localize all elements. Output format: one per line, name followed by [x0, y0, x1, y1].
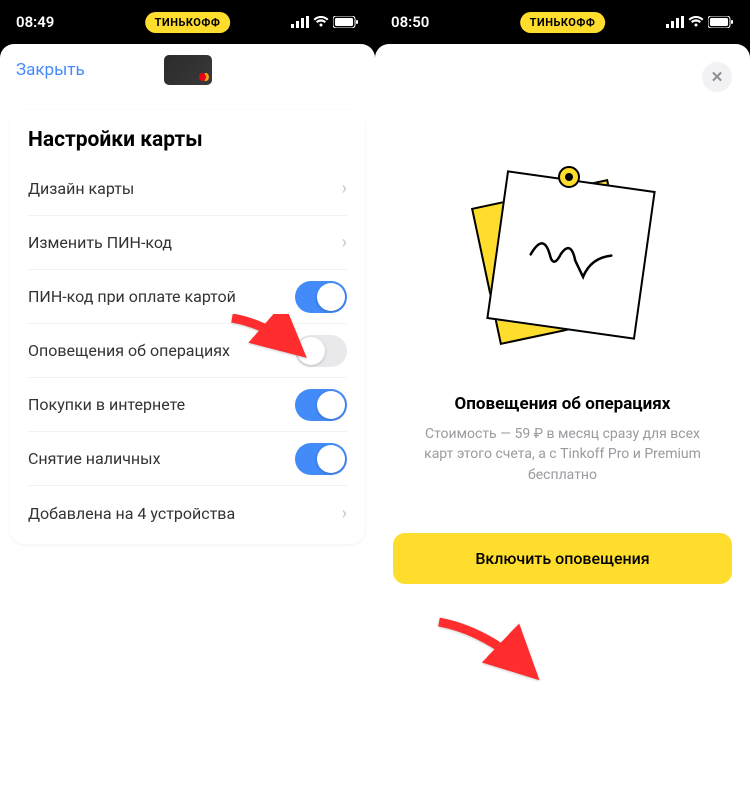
row-cash-withdrawal: Снятие наличных	[28, 432, 347, 486]
brand-pill: ТИНЬКОФФ	[145, 12, 231, 33]
wifi-icon	[688, 16, 704, 28]
status-bar: 08:49 ТИНЬКОФФ	[0, 0, 375, 44]
row-change-pin[interactable]: Изменить ПИН-код ›	[28, 216, 347, 270]
enable-notifications-button[interactable]: Включить оповещения	[393, 533, 732, 584]
row-label: Оповещения об операциях	[28, 341, 230, 360]
promo-text: Оповещения об операциях Стоимость — 59 ₽…	[375, 394, 750, 485]
row-label: Добавлена на 4 устройства	[28, 504, 235, 523]
cellular-icon	[291, 16, 309, 28]
illustration	[375, 44, 750, 334]
row-label: Дизайн карты	[28, 179, 134, 198]
chevron-right-icon: ›	[342, 232, 347, 253]
status-time: 08:50	[391, 13, 451, 31]
battery-icon	[708, 16, 734, 28]
toggle-online[interactable]	[295, 389, 347, 421]
row-card-design[interactable]: Дизайн карты ›	[28, 162, 347, 216]
battery-icon	[333, 16, 359, 28]
status-bar: 08:50 ТИНЬКОФФ	[375, 0, 750, 44]
promo-sheet: ✕ Оповещения об операциях Стоимость — 59…	[375, 44, 750, 810]
card-settings-section: Настройки карты Дизайн карты › Изменить …	[10, 110, 365, 544]
row-devices[interactable]: Добавлена на 4 устройства ›	[28, 486, 347, 540]
promo-title: Оповещения об операциях	[415, 394, 710, 414]
row-label: Покупки в интернете	[28, 395, 185, 414]
close-icon: ✕	[711, 68, 724, 86]
settings-sheet: Закрыть Настройки карты Дизайн карты › И…	[0, 44, 375, 810]
brand-pill: ТИНЬКОФФ	[520, 12, 606, 33]
promo-subtitle: Стоимость — 59 ₽ в месяц сразу для всех …	[415, 424, 710, 485]
chevron-right-icon: ›	[342, 503, 347, 524]
row-label: Изменить ПИН-код	[28, 233, 172, 252]
row-label: ПИН-код при оплате картой	[28, 287, 236, 306]
wifi-icon	[313, 16, 329, 28]
annotation-arrow-icon	[433, 616, 543, 690]
phone-screen-settings: 08:49 ТИНЬКОФФ Закрыть Настройки карты Д…	[0, 0, 375, 810]
cellular-icon	[666, 16, 684, 28]
status-icons	[666, 16, 734, 28]
chevron-right-icon: ›	[342, 178, 347, 199]
close-button[interactable]: Закрыть	[16, 60, 85, 80]
row-label: Снятие наличных	[28, 449, 161, 468]
pin-icon	[558, 166, 580, 188]
status-icons	[291, 16, 359, 28]
section-title: Настройки карты	[28, 128, 347, 152]
row-online-purchases: Покупки в интернете	[28, 378, 347, 432]
card-thumbnail[interactable]	[164, 55, 212, 85]
sheet-header: Закрыть	[0, 44, 375, 96]
toggle-cash[interactable]	[295, 443, 347, 475]
phone-screen-promo: 08:50 ТИНЬКОФФ ✕ Оповещения об операциях…	[375, 0, 750, 810]
close-button[interactable]: ✕	[702, 62, 732, 92]
status-time: 08:49	[16, 13, 76, 31]
annotation-arrow-icon	[228, 314, 308, 368]
toggle-pin-on-pay[interactable]	[295, 281, 347, 313]
sticky-note-front-icon	[486, 170, 655, 339]
